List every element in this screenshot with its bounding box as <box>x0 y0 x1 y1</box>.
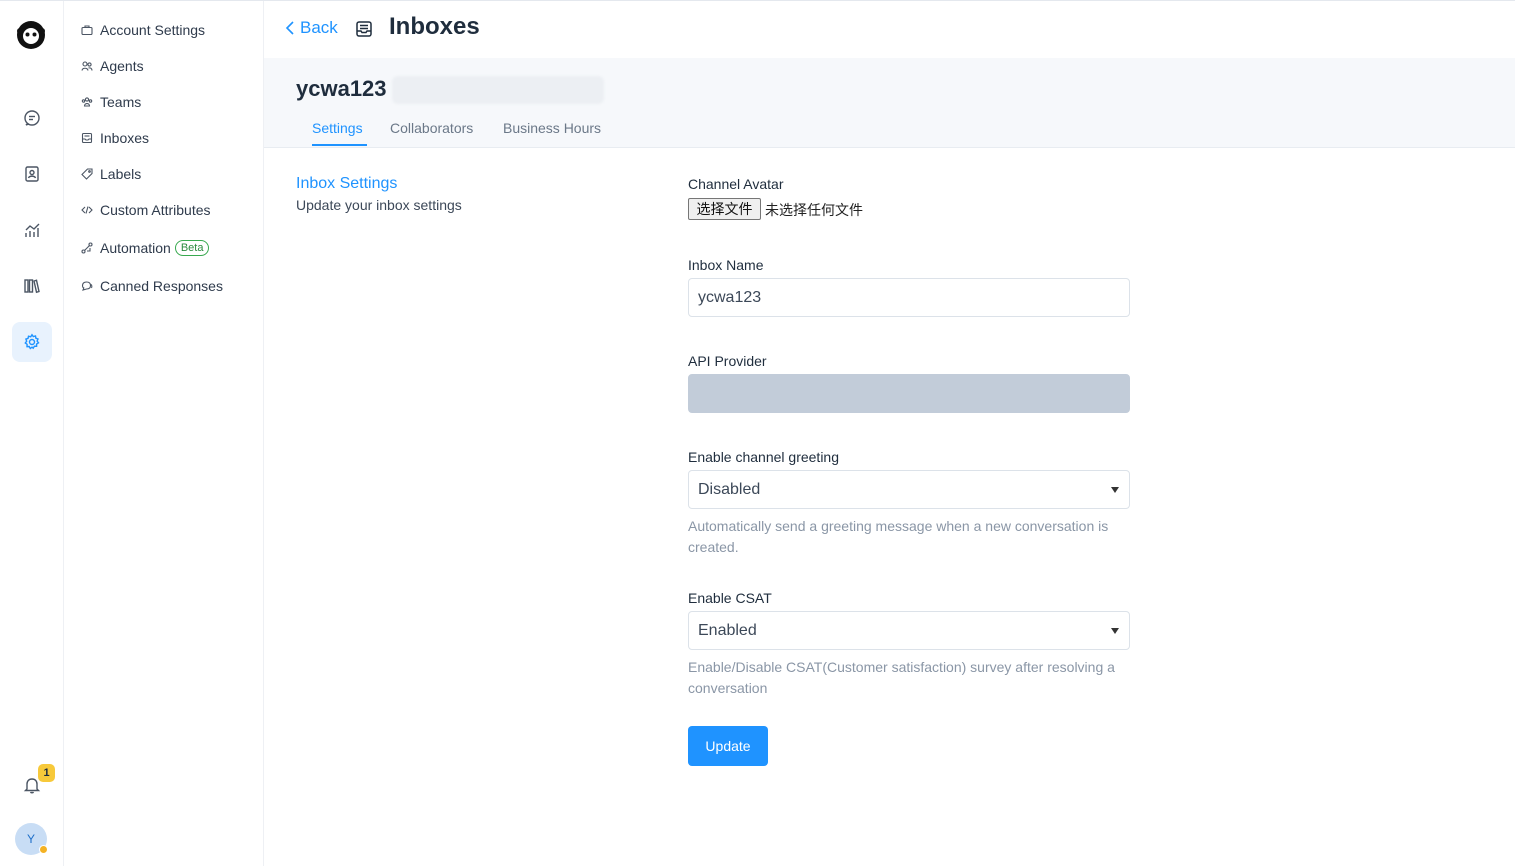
sidebar-item-label: Automation <box>100 240 171 256</box>
csat-selected-value: Enabled <box>698 621 757 639</box>
mail-inbox-icon <box>80 131 94 145</box>
sidebar-item-agents[interactable]: Agents <box>80 52 144 80</box>
channel-avatar-label: Channel Avatar <box>688 176 784 192</box>
tab-settings[interactable]: Settings <box>312 120 363 136</box>
sidebar-item-label: Inboxes <box>100 130 150 146</box>
conversations-icon[interactable] <box>12 98 52 138</box>
section-description: Update your inbox settings <box>296 197 462 213</box>
inbox-name-heading: ycwa123 <box>296 76 387 101</box>
sidebar-item-label: Agents <box>100 58 144 74</box>
contacts-icon[interactable] <box>12 154 52 194</box>
file-status-text: 未选择任何文件 <box>765 202 863 218</box>
tab-collaborators[interactable]: Collaborators <box>390 120 473 136</box>
chat-multiple-icon <box>80 279 94 293</box>
inbox-name-label: Inbox Name <box>688 257 764 273</box>
page-title: Inboxes <box>389 13 480 40</box>
sidebar-item-automation[interactable]: Automation Beta <box>80 234 210 262</box>
page-header: Back Inboxes <box>264 1 1515 58</box>
sidebar-item-canned-responses[interactable]: Canned Responses <box>80 272 223 300</box>
tag-icon <box>80 167 94 181</box>
sidebar-item-teams[interactable]: Teams <box>80 88 141 116</box>
greeting-help-text: Automatically send a greeting message wh… <box>688 518 1109 555</box>
library-icon[interactable] <box>12 266 52 306</box>
settings-sidebar: Account Settings Agents Teams Inboxes La… <box>64 1 264 866</box>
people-team-icon <box>80 95 94 109</box>
primary-nav-rail: 1 Y <box>0 1 64 866</box>
sidebar-item-inboxes[interactable]: Inboxes <box>80 124 149 152</box>
people-icon <box>80 59 94 73</box>
api-provider-label: API Provider <box>688 353 767 369</box>
api-provider-input <box>688 374 1130 413</box>
inbox-name-input[interactable]: ycwa123 <box>688 278 1130 317</box>
section-title: Inbox Settings <box>296 175 398 192</box>
mail-inbox-icon <box>355 20 373 43</box>
choose-file-button[interactable]: 选择文件 <box>688 198 761 220</box>
automation-icon <box>80 241 94 255</box>
code-icon <box>80 203 94 217</box>
csat-label: Enable CSAT <box>688 590 772 606</box>
sidebar-item-label: Canned Responses <box>100 278 223 294</box>
greeting-select[interactable]: Disabled <box>688 470 1130 509</box>
csat-select[interactable]: Enabled <box>688 611 1130 650</box>
csat-help-text: Enable/Disable CSAT(Customer satisfactio… <box>688 659 1115 696</box>
reports-icon[interactable] <box>12 210 52 250</box>
update-button[interactable]: Update <box>688 726 768 766</box>
app: 1 Y Account Settings Agents Teams Inboxe… <box>0 0 1515 866</box>
sidebar-item-custom-attributes[interactable]: Custom Attributes <box>80 196 211 224</box>
briefcase-icon <box>80 23 94 37</box>
tab-business-hours[interactable]: Business Hours <box>503 120 601 136</box>
back-button[interactable]: Back <box>284 18 338 38</box>
settings-icon[interactable] <box>12 322 52 362</box>
logo-icon[interactable] <box>15 19 47 51</box>
notification-count-badge: 1 <box>38 764 55 782</box>
dropdown-arrow-icon <box>1111 628 1119 634</box>
sidebar-item-label: Account Settings <box>100 22 206 38</box>
sidebar-item-account-settings[interactable]: Account Settings <box>80 16 205 44</box>
presence-status-dot <box>39 845 48 854</box>
back-label: Back <box>300 18 338 37</box>
greeting-label: Enable channel greeting <box>688 449 840 465</box>
greeting-selected-value: Disabled <box>698 480 761 498</box>
redacted-phone-number <box>392 76 604 104</box>
sidebar-item-labels[interactable]: Labels <box>80 160 141 188</box>
sidebar-item-label: Teams <box>100 94 142 110</box>
active-tab-indicator <box>312 144 367 146</box>
beta-badge: Beta <box>174 240 210 256</box>
chevron-left-icon <box>285 21 294 35</box>
inbox-header: ycwa123 Settings Collaborators Business … <box>264 58 1515 148</box>
sidebar-item-label: Custom Attributes <box>100 202 211 218</box>
sidebar-item-label: Labels <box>100 166 142 182</box>
dropdown-arrow-icon <box>1111 487 1119 493</box>
